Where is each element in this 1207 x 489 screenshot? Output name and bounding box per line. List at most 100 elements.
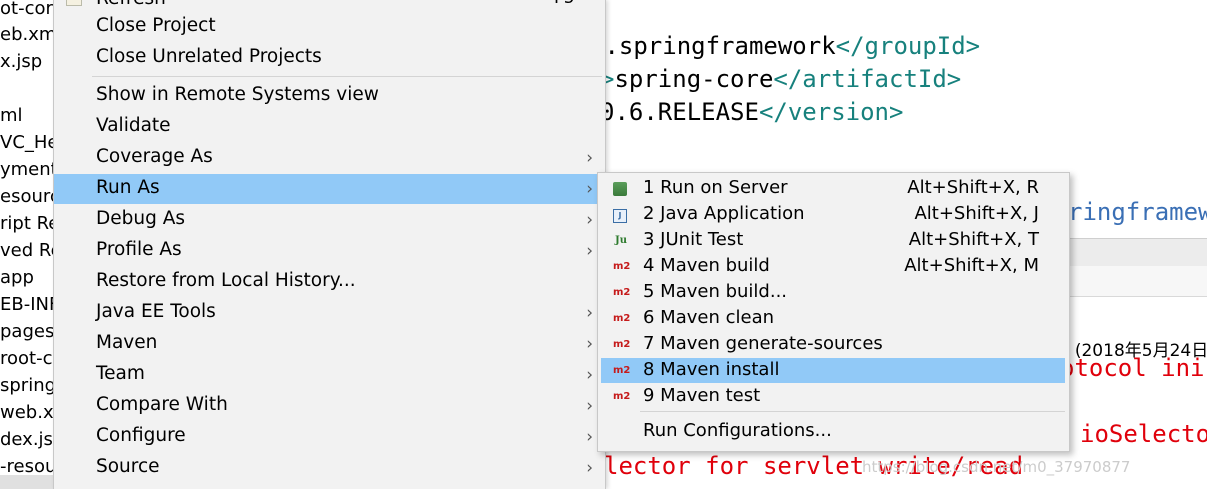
code-line: ringframew xyxy=(1068,198,1207,226)
submenu-item-label: 1 Run on Server xyxy=(643,177,788,198)
menu-item-label: Source xyxy=(96,456,160,477)
menu-item-coverage-as[interactable]: Coverage As › xyxy=(54,143,605,173)
menu-item-label: Show in Remote Systems view xyxy=(96,84,379,105)
tree-item[interactable]: ved Re xyxy=(0,240,56,261)
menu-item-source[interactable]: Source › xyxy=(54,453,605,483)
server-icon xyxy=(613,182,627,196)
submenu-item-label: 9 Maven test xyxy=(643,385,761,406)
menu-item-run-as[interactable]: Run As › xyxy=(54,174,605,204)
tree-item[interactable]: EB-INF xyxy=(0,294,56,315)
maven-icon: m2 xyxy=(613,313,631,324)
maven-icon: m2 xyxy=(613,261,631,272)
tree-item[interactable]: web.xm xyxy=(0,402,56,423)
chevron-right-icon: › xyxy=(586,396,593,416)
chevron-right-icon: › xyxy=(586,210,593,230)
menu-item-maven[interactable]: Maven › xyxy=(54,329,605,359)
code-line: g.springframework</groupId> xyxy=(604,32,981,60)
chevron-right-icon: › xyxy=(586,241,593,261)
run-as-submenu: 1 Run on Server Alt+Shift+X, R J 2 Java … xyxy=(597,172,1070,452)
menu-item-label: Debug As xyxy=(96,208,186,229)
menu-item-label: Configure xyxy=(96,425,186,446)
java-app-icon: J xyxy=(613,209,627,223)
menu-item-label: Coverage As xyxy=(96,146,213,167)
tree-item[interactable]: -resou xyxy=(0,456,56,477)
tree-item[interactable]: ot-cor xyxy=(0,0,53,19)
tree-item[interactable]: root-c xyxy=(0,348,52,369)
submenu-item-label: 6 Maven clean xyxy=(643,307,775,328)
menu-item-java-ee-tools[interactable]: Java EE Tools › xyxy=(54,298,605,328)
menu-separator xyxy=(92,76,602,77)
menu-item-label: Profile As xyxy=(96,239,182,260)
submenu-item-label: 2 Java Application xyxy=(643,203,805,224)
submenu-item-label: Run Configurations... xyxy=(643,420,832,441)
tree-item[interactable]: pages xyxy=(0,321,54,342)
menu-item-label: Java EE Tools xyxy=(96,301,216,322)
maven-icon: m2 xyxy=(613,339,631,350)
console-line: otocol ini xyxy=(1060,354,1205,382)
submenu-item-maven-clean[interactable]: m2 6 Maven clean xyxy=(601,306,1065,331)
menu-item-label: Restore from Local History... xyxy=(96,270,356,291)
submenu-item-run-on-server[interactable]: 1 Run on Server Alt+Shift+X, R xyxy=(601,176,1065,201)
menu-item-label: Close Project xyxy=(96,15,216,36)
chevron-right-icon: › xyxy=(586,365,593,385)
submenu-item-maven-install[interactable]: m2 8 Maven install xyxy=(601,358,1065,383)
submenu-item-shortcut: Alt+Shift+X, J xyxy=(914,203,1039,224)
code-line: 0.6.RELEASE</version> xyxy=(604,98,904,126)
explorer-scrollbar[interactable] xyxy=(0,475,56,489)
chevron-right-icon: › xyxy=(586,148,593,168)
tree-item[interactable]: yment xyxy=(0,159,56,180)
tree-item[interactable]: x.jsp xyxy=(0,51,42,72)
submenu-item-run-configurations[interactable]: Run Configurations... xyxy=(601,419,1065,444)
console-line: ioSelector xyxy=(1080,420,1207,448)
submenu-item-maven-build-dialog[interactable]: m2 5 Maven build... xyxy=(601,280,1065,305)
menu-item-show-in-remote-systems[interactable]: Show in Remote Systems view xyxy=(54,81,605,111)
menu-item-shortcut: F5 xyxy=(554,0,575,8)
tree-item[interactable]: eb.xml xyxy=(0,24,56,45)
submenu-item-junit-test[interactable]: Ju 3 JUnit Test Alt+Shift+X, T xyxy=(601,228,1065,253)
menu-item-label: Team xyxy=(96,363,145,384)
tree-item[interactable]: ml xyxy=(0,105,23,126)
menu-item-profile-as[interactable]: Profile As › xyxy=(54,236,605,266)
chevron-right-icon: › xyxy=(586,334,593,354)
maven-icon: m2 xyxy=(613,365,631,376)
menu-separator xyxy=(640,411,1065,412)
menu-item-restore-from-local-history[interactable]: Restore from Local History... xyxy=(54,267,605,297)
menu-item-close-project[interactable]: Close Project xyxy=(54,12,605,42)
submenu-item-label: 5 Maven build... xyxy=(643,281,788,302)
submenu-item-shortcut: Alt+Shift+X, M xyxy=(904,255,1039,276)
tree-item[interactable]: VC_He xyxy=(0,132,56,153)
tree-item[interactable]: app xyxy=(0,267,34,288)
chevron-right-icon: › xyxy=(586,427,593,447)
menu-item-compare-with[interactable]: Compare With › xyxy=(54,391,605,421)
submenu-item-maven-generate-sources[interactable]: m2 7 Maven generate-sources xyxy=(601,332,1065,357)
chevron-right-icon: › xyxy=(586,303,593,323)
tree-item[interactable]: esourc xyxy=(0,186,56,207)
submenu-item-label: 4 Maven build xyxy=(643,255,770,276)
submenu-item-maven-test[interactable]: m2 9 Maven test xyxy=(601,384,1065,409)
project-explorer: ot-cor eb.xml x.jsp ml VC_He yment esour… xyxy=(0,0,56,489)
menu-item-label: Refresh xyxy=(96,0,166,9)
submenu-item-maven-build[interactable]: m2 4 Maven build Alt+Shift+X, M xyxy=(601,254,1065,279)
menu-item-configure[interactable]: Configure › xyxy=(54,422,605,452)
menu-item-validate[interactable]: Validate xyxy=(54,112,605,142)
submenu-item-shortcut: Alt+Shift+X, T xyxy=(908,229,1039,250)
menu-item-close-unrelated-projects[interactable]: Close Unrelated Projects xyxy=(54,43,605,73)
menu-item-label: Validate xyxy=(96,115,171,136)
tree-item[interactable]: dex.jsp xyxy=(0,429,56,450)
submenu-item-label: 7 Maven generate-sources xyxy=(643,333,883,354)
chevron-right-icon: › xyxy=(586,179,593,199)
watermark: https://blog.csdn.net/m0_37970877 xyxy=(862,458,1131,476)
menu-item-label: Run As xyxy=(96,177,160,198)
tree-item[interactable]: ript Re xyxy=(0,213,56,234)
submenu-item-java-application[interactable]: J 2 Java Application Alt+Shift+X, J xyxy=(601,202,1065,227)
menu-item-team[interactable]: Team › xyxy=(54,360,605,390)
maven-icon: m2 xyxy=(613,287,631,298)
context-menu: Refresh F5 Close Project Close Unrelated… xyxy=(53,0,606,489)
chevron-right-icon: › xyxy=(586,458,593,478)
submenu-item-shortcut: Alt+Shift+X, R xyxy=(907,177,1039,198)
submenu-item-label: 8 Maven install xyxy=(643,359,780,380)
menu-item-debug-as[interactable]: Debug As › xyxy=(54,205,605,235)
junit-icon: Ju xyxy=(614,235,627,246)
tree-item[interactable]: spring xyxy=(0,375,56,396)
menu-item-label: Close Unrelated Projects xyxy=(96,46,322,67)
